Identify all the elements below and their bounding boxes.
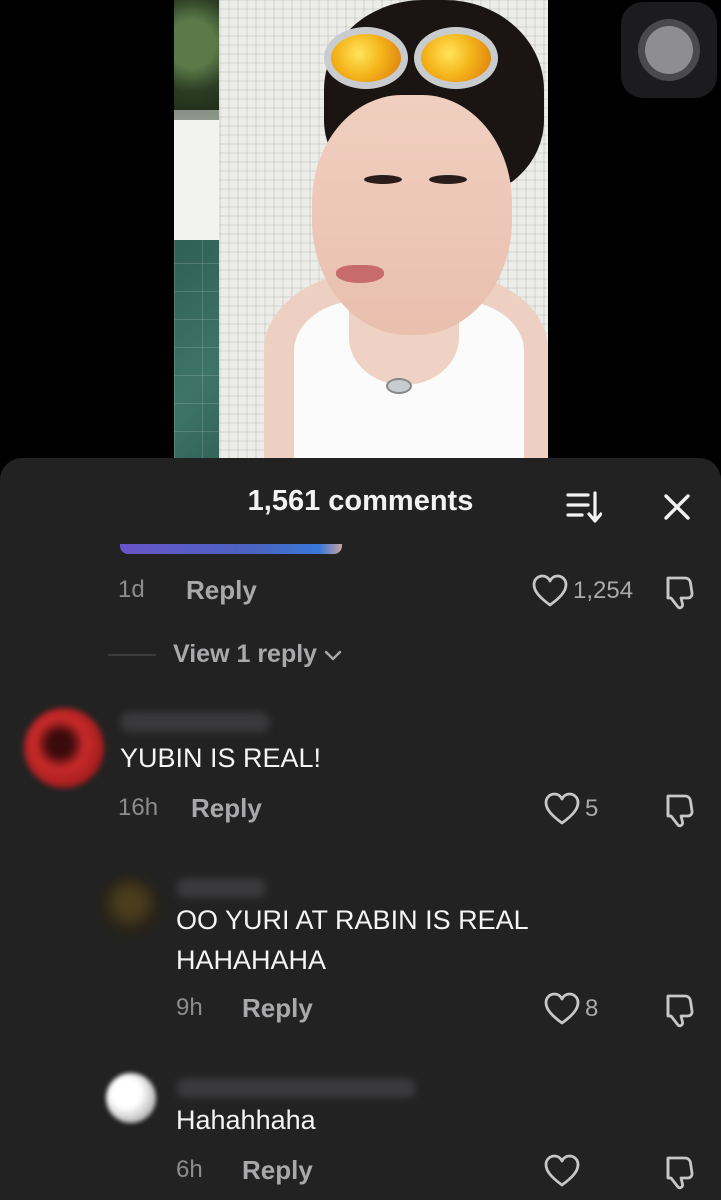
video-person-eye-left xyxy=(364,175,402,184)
reply-button[interactable]: Reply xyxy=(242,993,313,1024)
dislike-icon[interactable] xyxy=(660,992,694,1028)
comment-text-line: OO YURI AT RABIN IS REAL xyxy=(176,905,529,935)
dislike-icon[interactable] xyxy=(660,1154,694,1190)
video-person-face xyxy=(312,95,512,335)
view-replies-label: View 1 reply xyxy=(173,640,318,668)
record-dot xyxy=(645,26,693,74)
comment-time: 1d xyxy=(118,576,145,603)
replies-divider-line xyxy=(108,653,156,656)
goggles-lens-right xyxy=(414,27,498,89)
reply-button[interactable]: Reply xyxy=(191,793,262,824)
comment-text-line: HAHAHAHA xyxy=(176,945,327,975)
goggles-lens-left xyxy=(324,27,408,89)
dislike-icon[interactable] xyxy=(660,792,694,828)
video-person-mouth xyxy=(336,265,384,283)
comment-time: 16h xyxy=(118,794,159,821)
record-icon xyxy=(638,19,700,81)
reply-button[interactable]: Reply xyxy=(242,1155,313,1186)
heart-icon[interactable] xyxy=(544,992,580,1026)
heart-icon[interactable] xyxy=(532,574,568,608)
close-icon[interactable] xyxy=(660,490,694,524)
view-replies-button[interactable]: View 1 reply xyxy=(108,640,343,669)
username-blurred[interactable] xyxy=(176,1078,416,1098)
chevron-down-icon xyxy=(324,650,342,660)
video-preview[interactable] xyxy=(174,0,548,460)
comment-time: 9h xyxy=(176,994,203,1021)
video-person-goggles xyxy=(304,15,504,89)
comments-sheet: 1,561 comments 1d Reply 1,254 View 1 rep… xyxy=(0,458,721,1200)
app-screen: 1,561 comments 1d Reply 1,254 View 1 rep… xyxy=(0,0,721,1200)
sort-icon[interactable] xyxy=(566,490,602,524)
record-button[interactable] xyxy=(621,2,717,98)
comment-text: OO YURI AT RABIN IS REAL HAHAHAHA xyxy=(176,900,529,980)
heart-icon[interactable] xyxy=(544,1154,580,1188)
like-count: 8 xyxy=(585,995,599,1022)
comments-count-title: 1,561 comments xyxy=(247,485,474,517)
avatar[interactable] xyxy=(106,1073,156,1123)
heart-icon[interactable] xyxy=(544,792,580,826)
dislike-icon[interactable] xyxy=(660,574,694,610)
username-blurred[interactable] xyxy=(176,878,266,898)
video-person-pendant xyxy=(386,378,412,394)
like-count: 1,254 xyxy=(573,577,634,604)
comment-text: YUBIN IS REAL! xyxy=(120,743,322,773)
avatar[interactable] xyxy=(100,876,160,936)
username-blurred[interactable] xyxy=(120,712,270,732)
comment-text: Hahahhaha xyxy=(176,1105,316,1135)
video-person-eye-right xyxy=(429,175,467,184)
comment-time: 6h xyxy=(176,1156,203,1183)
reply-button[interactable]: Reply xyxy=(186,575,257,606)
avatar[interactable] xyxy=(24,708,104,788)
comment-image-partial[interactable] xyxy=(120,544,342,554)
like-count: 5 xyxy=(585,795,599,822)
